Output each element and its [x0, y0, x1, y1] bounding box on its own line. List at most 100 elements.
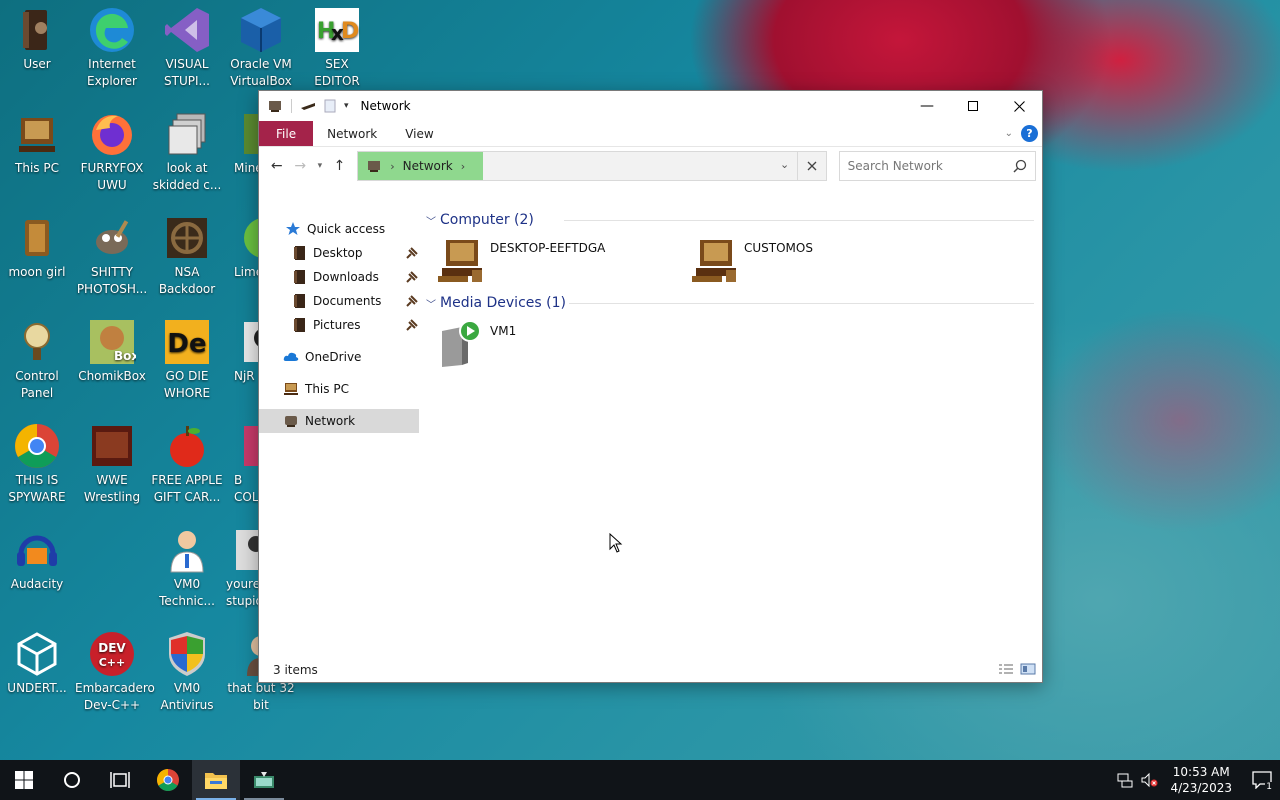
desktop-icon-hex-editor[interactable]: HxD SEX EDITOR: [300, 6, 374, 90]
separator: [291, 99, 292, 113]
svg-text:C++: C++: [99, 656, 126, 669]
desktop-icon-vm0-technician[interactable]: VM0 Technic...: [150, 526, 224, 610]
desktop-icon-label: FREE APPLE GIFT CAR...: [151, 473, 223, 504]
desktop-icon-gimp[interactable]: SHITTY PHOTOSH...: [75, 214, 149, 298]
group-header-media-devices[interactable]: ﹀ Media Devices (1): [424, 291, 1034, 315]
task-view-button[interactable]: [96, 760, 144, 800]
pin-icon[interactable]: [405, 246, 419, 260]
desktop-icon-nsa-backdoor[interactable]: NSA Backdoor: [150, 214, 224, 298]
desktop-icon-moon-girl[interactable]: moon girl: [0, 214, 74, 281]
chevron-down-icon[interactable]: ﹀: [424, 296, 438, 311]
up-button[interactable]: ↑: [328, 154, 352, 178]
pin-icon[interactable]: [405, 318, 419, 332]
customize-qa-chevron-icon[interactable]: ▾: [344, 101, 349, 111]
this-pc-icon: [19, 118, 55, 152]
nav-network[interactable]: Network: [259, 409, 419, 433]
desktop-icon-lime[interactable]: Lime: [224, 214, 258, 281]
desktop-icon-minecraft[interactable]: Mine: [224, 110, 258, 177]
desktop-icon-vm0-antivirus[interactable]: VM0 Antivirus: [150, 630, 224, 714]
desktop-icon-collection[interactable]: B COLL: [224, 422, 258, 506]
svg-text:Box: Box: [114, 349, 136, 363]
minimize-button[interactable]: —: [904, 91, 950, 121]
volume-muted-icon[interactable]: [1140, 772, 1158, 788]
taskbar-file-explorer[interactable]: [192, 760, 240, 800]
desktop-icon-label: youre stupid: [226, 577, 258, 608]
taskbar-app[interactable]: [240, 760, 288, 800]
this-pc-icon: [284, 383, 298, 395]
group-header-computer[interactable]: ﹀ Computer (2): [424, 208, 1034, 232]
pin-icon[interactable]: [405, 270, 419, 284]
forward-button[interactable]: →: [289, 154, 313, 178]
tab-view[interactable]: View: [391, 121, 447, 146]
nav-desktop[interactable]: Desktop: [259, 241, 419, 265]
title-bar[interactable]: ▾ Network —: [259, 91, 1042, 121]
clock[interactable]: 10:53 AM 4/23/2023: [1170, 764, 1232, 796]
nav-onedrive[interactable]: OneDrive: [259, 345, 419, 369]
desktop-icon-njrat[interactable]: NjR: [224, 318, 258, 385]
maximize-icon: [968, 101, 978, 111]
clear-address-button[interactable]: [797, 151, 827, 181]
desktop-icon-look-at-skidded[interactable]: look at skidded c...: [150, 110, 224, 194]
recent-locations-button[interactable]: ▾: [312, 154, 328, 178]
address-bar[interactable]: › Network › ⌄: [357, 151, 799, 181]
desktop-icon-internet-explorer[interactable]: Internet Explorer: [75, 6, 149, 90]
desktop-icon-label: Audacity: [10, 577, 64, 591]
desktop-icon-firefox[interactable]: FURRYFOX UWU: [75, 110, 149, 194]
help-icon[interactable]: ?: [1021, 125, 1038, 142]
audacity-icon: [17, 535, 57, 566]
details-view-icon[interactable]: [998, 663, 1014, 675]
breadcrumb-separator-icon[interactable]: ›: [390, 160, 394, 173]
breadcrumb-network[interactable]: Network: [403, 159, 453, 173]
nav-this-pc[interactable]: This PC: [259, 377, 419, 401]
desktop-icon-visual-studio[interactable]: VISUAL STUPI...: [150, 6, 224, 90]
close-button[interactable]: [996, 91, 1042, 121]
taskbar-chrome[interactable]: [144, 760, 192, 800]
desktop-icon-control-panel[interactable]: Control Panel: [0, 318, 74, 402]
explorer-window[interactable]: ▾ Network — File Network View ⌄ ? ← → ▾ …: [258, 90, 1043, 683]
pin-icon[interactable]: [405, 294, 419, 308]
desktop-icon-chomikbox[interactable]: Box ChomikBox: [75, 318, 149, 385]
tab-file[interactable]: File: [259, 121, 314, 146]
notification-center-button[interactable]: 1: [1244, 760, 1280, 800]
media-device-item[interactable]: VM1: [424, 315, 678, 375]
desktop-icon-audacity[interactable]: Audacity: [0, 526, 74, 593]
breadcrumb[interactable]: › Network ›: [358, 152, 484, 180]
tiles-view-icon[interactable]: [1020, 663, 1036, 675]
desktop-icon-label: THIS IS SPYWARE: [8, 473, 66, 504]
desktop-icon-label: look at skidded c...: [152, 161, 222, 192]
clock-time: 10:53 AM: [1172, 765, 1230, 779]
desktop-icon-free-apple[interactable]: FREE APPLE GIFT CAR...: [150, 422, 224, 506]
desktop-icon-go-die[interactable]: De GO DIE WHORE: [150, 318, 224, 402]
address-dropdown-icon[interactable]: ⌄: [780, 158, 789, 171]
properties-icon[interactable]: [300, 100, 316, 112]
nsa-backdoor-icon: [167, 218, 207, 258]
desktop-icon-youre-stupid[interactable]: youre stupid: [224, 526, 258, 610]
desktop-icon-unity[interactable]: UNDERT...: [0, 630, 74, 697]
start-button[interactable]: [0, 760, 48, 800]
back-button[interactable]: ←: [265, 154, 289, 178]
desktop-icon-chrome[interactable]: THIS IS SPYWARE: [0, 422, 74, 506]
desktop-icon-devcpp[interactable]: DEV C++ Embarcadero Dev-C++: [75, 630, 155, 714]
new-folder-icon[interactable]: [324, 99, 336, 113]
network-status-icon[interactable]: [1116, 772, 1134, 788]
nav-quick-access[interactable]: Quick access: [259, 217, 419, 241]
search-button[interactable]: [48, 760, 96, 800]
nav-pictures[interactable]: Pictures: [259, 313, 419, 337]
collection-icon: [244, 426, 258, 466]
chomikbox-icon: Box: [90, 320, 136, 364]
maximize-button[interactable]: [950, 91, 996, 121]
expand-ribbon-chevron-icon[interactable]: ⌄: [1005, 128, 1013, 139]
desktop-icon-user[interactable]: User: [0, 6, 74, 73]
desktop-icon-wwe[interactable]: WWE Wrestling: [75, 422, 149, 506]
tab-network[interactable]: Network: [313, 121, 391, 146]
chevron-down-icon[interactable]: ﹀: [424, 213, 438, 228]
nav-documents[interactable]: Documents: [259, 289, 419, 313]
wwe-icon: [92, 426, 132, 466]
desktop-icon-virtualbox[interactable]: Oracle VM VirtualBox: [224, 6, 298, 90]
nav-downloads[interactable]: Downloads: [259, 265, 419, 289]
breadcrumb-separator-icon[interactable]: ›: [461, 160, 465, 173]
search-input[interactable]: Search Network: [838, 151, 1036, 181]
desktop-icon-this-pc[interactable]: This PC: [0, 110, 74, 177]
network-computer-item[interactable]: CUSTOMOS: [678, 232, 932, 292]
network-computer-item[interactable]: DESKTOP-EEFTDGA: [424, 232, 678, 292]
